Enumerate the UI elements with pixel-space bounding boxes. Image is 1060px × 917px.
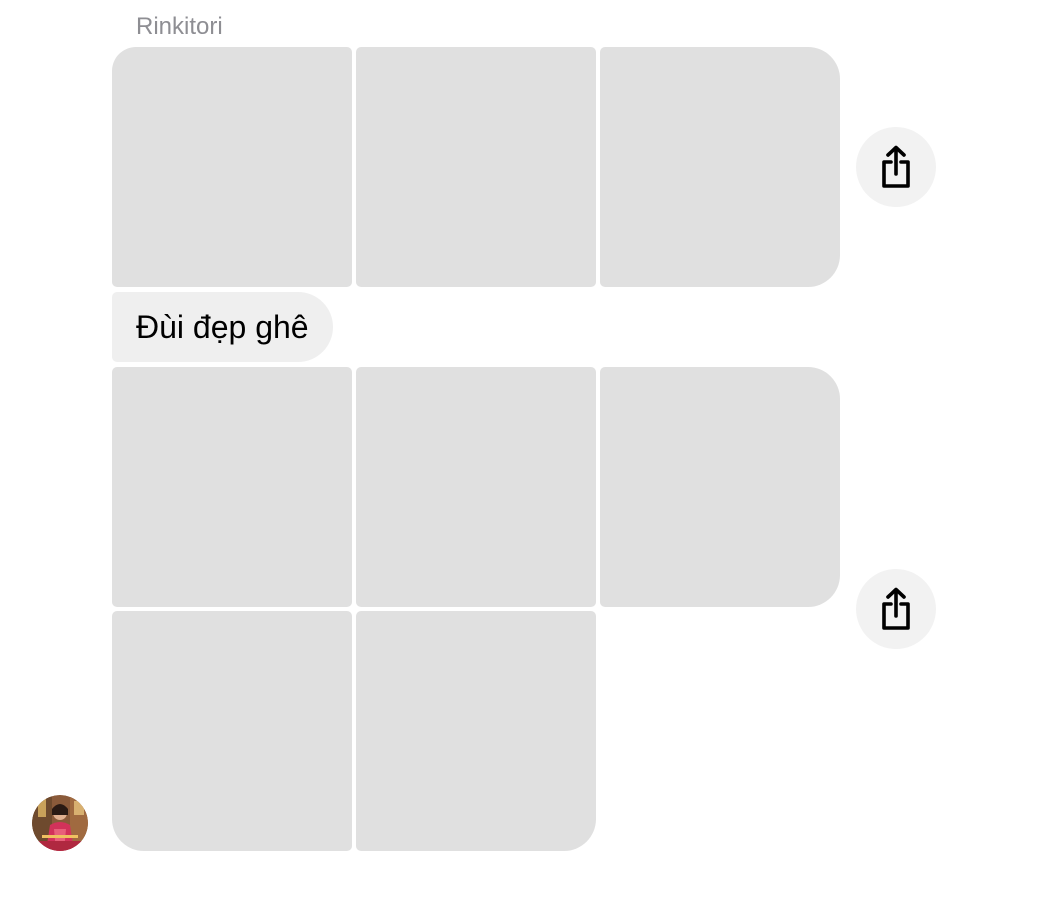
photo-thumbnail[interactable] xyxy=(112,47,352,287)
sender-name: Rinkitori xyxy=(136,13,223,40)
share-button[interactable] xyxy=(856,569,936,649)
photo-thumbnail[interactable] xyxy=(112,367,352,607)
photo-thumbnail[interactable] xyxy=(112,611,352,851)
avatar[interactable] xyxy=(32,795,88,851)
photo-thumbnail[interactable] xyxy=(356,367,596,607)
photo-thumbnail[interactable] xyxy=(600,367,840,607)
share-icon xyxy=(882,587,910,630)
photo-thumbnail[interactable] xyxy=(600,47,840,287)
message-bubble[interactable]: Đùi đẹp ghê xyxy=(112,292,333,362)
photo-thumbnail[interactable] xyxy=(356,47,596,287)
photo-thumbnail[interactable] xyxy=(356,611,596,851)
share-button[interactable] xyxy=(856,127,936,207)
share-icon xyxy=(882,145,910,188)
